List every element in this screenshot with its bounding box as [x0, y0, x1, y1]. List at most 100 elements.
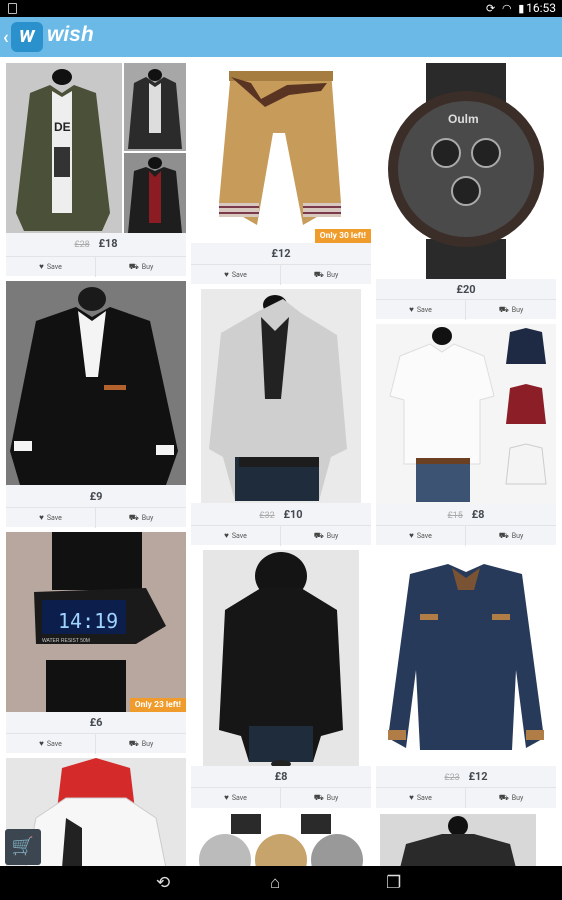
- save-label: Save: [231, 532, 247, 540]
- heart-icon: ♥: [39, 513, 44, 522]
- buy-button[interactable]: ⛟ Buy: [281, 788, 371, 808]
- notification-icon: [8, 3, 17, 14]
- save-label: Save: [416, 306, 432, 314]
- save-label: Save: [46, 263, 62, 271]
- wish-logo-icon[interactable]: w: [11, 22, 43, 52]
- save-button[interactable]: ♥ Save: [6, 508, 96, 528]
- heart-icon: ♥: [224, 270, 229, 279]
- price: £20: [456, 283, 476, 296]
- heart-icon: ♥: [409, 305, 414, 314]
- cart-icon: ⛟: [128, 262, 139, 271]
- product-image[interactable]: [376, 814, 556, 866]
- save-button[interactable]: ♥ Save: [376, 300, 466, 320]
- cart-icon: ⛟: [498, 305, 509, 314]
- status-bar: ⟳ ◠ ▮ 16:53: [0, 0, 562, 17]
- save-button[interactable]: ♥ Save: [376, 526, 466, 546]
- heart-icon: ♥: [39, 739, 44, 748]
- card-actions: ♥ Save ⛟ Buy: [6, 733, 186, 754]
- cart-icon: ⛟: [498, 793, 509, 802]
- product-image[interactable]: [376, 550, 556, 766]
- cart-icon: ⛟: [313, 793, 324, 802]
- heart-icon: ♥: [409, 531, 414, 540]
- save-button[interactable]: ♥ Save: [191, 526, 281, 546]
- heart-icon: ♥: [409, 793, 414, 802]
- product-image[interactable]: [191, 289, 371, 503]
- app-name: wish: [47, 23, 94, 46]
- back-chevron-icon[interactable]: ‹: [3, 27, 9, 48]
- buy-label: Buy: [326, 532, 339, 540]
- buy-button[interactable]: ⛟ Buy: [466, 788, 556, 808]
- save-label: Save: [46, 740, 62, 748]
- buy-label: Buy: [511, 532, 524, 540]
- product-card[interactable]: Only 30 left! £12 ♥ Save ⛟ Buy: [191, 63, 371, 285]
- save-button[interactable]: ♥ Save: [6, 734, 96, 754]
- buy-button[interactable]: ⛟ Buy: [466, 526, 556, 546]
- price-bar: £32 £10: [191, 508, 371, 521]
- product-image[interactable]: [6, 281, 186, 485]
- product-card[interactable]: £9 ♥ Save ⛟ Buy: [6, 281, 186, 528]
- price-bar: £6: [6, 716, 186, 729]
- save-label: Save: [46, 514, 62, 522]
- save-button[interactable]: ♥ Save: [6, 257, 96, 277]
- recents-icon[interactable]: ❐: [386, 873, 401, 893]
- price: £12: [271, 247, 291, 260]
- cart-icon: ⛟: [313, 531, 324, 540]
- card-actions: ♥ Save ⛟ Buy: [191, 264, 371, 285]
- product-card[interactable]: £15 £8 ♥ Save ⛟ Buy: [376, 324, 556, 546]
- back-icon[interactable]: ⟲: [156, 873, 170, 893]
- product-card[interactable]: 14:19 WATER RESIST 50M Only 23 left! £6 …: [6, 532, 186, 754]
- product-image[interactable]: DE: [6, 63, 186, 233]
- product-card[interactable]: DE £28 £18 ♥ Save ⛟ Buy: [6, 63, 186, 277]
- price: £8: [274, 770, 288, 783]
- buy-button[interactable]: ⛟ Buy: [96, 257, 186, 277]
- buy-label: Buy: [326, 794, 339, 802]
- buy-button[interactable]: ⛟ Buy: [96, 508, 186, 528]
- product-image[interactable]: [191, 550, 371, 768]
- buy-label: Buy: [511, 794, 524, 802]
- system-nav-bar: ⟲ ⌂ ❐: [0, 866, 562, 900]
- buy-button[interactable]: ⛟ Buy: [281, 526, 371, 546]
- price-bar: £23 £12: [376, 770, 556, 783]
- product-image[interactable]: Only 30 left!: [191, 63, 371, 243]
- cart-icon: ⛟: [498, 531, 509, 540]
- product-image[interactable]: [376, 324, 556, 504]
- battery-icon: ▮: [518, 2, 525, 15]
- home-icon[interactable]: ⌂: [270, 873, 280, 893]
- buy-button[interactable]: ⛟ Buy: [96, 734, 186, 754]
- buy-label: Buy: [326, 271, 339, 279]
- stock-badge: Only 23 left!: [129, 698, 186, 712]
- wifi-icon: ◠: [501, 2, 512, 15]
- product-card[interactable]: Oulm £20 ♥ Save ⛟ Buy: [376, 63, 556, 320]
- card-actions: ♥ Save ⛟ Buy: [376, 299, 556, 320]
- heart-icon: ♥: [224, 793, 229, 802]
- product-image[interactable]: Oulm: [376, 63, 556, 279]
- card-actions: ♥ Save ⛟ Buy: [376, 787, 556, 808]
- product-card[interactable]: £23 £12 ♥ Save ⛟ Buy: [376, 550, 556, 808]
- product-card[interactable]: [376, 814, 556, 866]
- save-button[interactable]: ♥ Save: [376, 788, 466, 808]
- product-card[interactable]: £8 ♥ Save ⛟ Buy: [191, 550, 371, 808]
- save-label: Save: [231, 794, 247, 802]
- product-card[interactable]: £32 £10 ♥ Save ⛟ Buy: [191, 289, 371, 546]
- price: £12: [468, 770, 488, 783]
- svg-text:DE: DE: [54, 120, 71, 134]
- product-image[interactable]: [191, 814, 371, 866]
- watch-brand: Oulm: [448, 112, 479, 126]
- product-feed[interactable]: DE £28 £18 ♥ Save ⛟ Buy Only 30 left! £1…: [0, 57, 562, 866]
- save-label: Save: [416, 532, 432, 540]
- product-card[interactable]: [191, 814, 371, 866]
- buy-label: Buy: [141, 514, 154, 522]
- price: £10: [283, 508, 303, 521]
- product-image[interactable]: 14:19 WATER RESIST 50M Only 23 left!: [6, 532, 186, 712]
- buy-label: Buy: [141, 740, 154, 748]
- buy-button[interactable]: ⛟ Buy: [466, 300, 556, 320]
- price-bar: £8: [191, 770, 371, 783]
- cart-icon[interactable]: 🛒: [5, 829, 41, 865]
- app-bar: ‹ w wish: [0, 17, 562, 57]
- price: £8: [471, 508, 485, 521]
- save-button[interactable]: ♥ Save: [191, 265, 281, 285]
- save-button[interactable]: ♥ Save: [191, 788, 281, 808]
- original-price: £15: [447, 511, 463, 521]
- save-label: Save: [416, 794, 432, 802]
- buy-button[interactable]: ⛟ Buy: [281, 265, 371, 285]
